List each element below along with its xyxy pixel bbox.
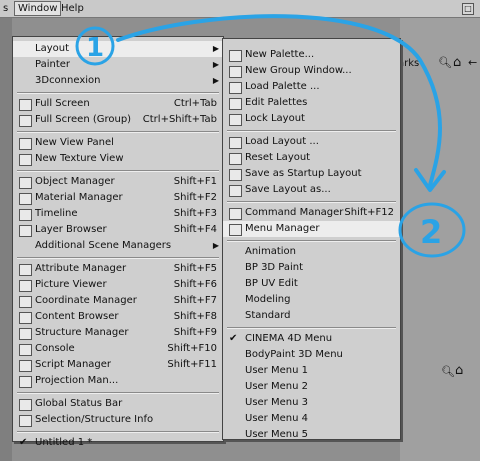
annotation-number-2: 2 <box>420 213 442 251</box>
annotation-arrow-path <box>116 14 442 187</box>
annotation-overlay: 1 2 <box>75 14 466 258</box>
annotation-number-1: 1 <box>86 33 104 63</box>
